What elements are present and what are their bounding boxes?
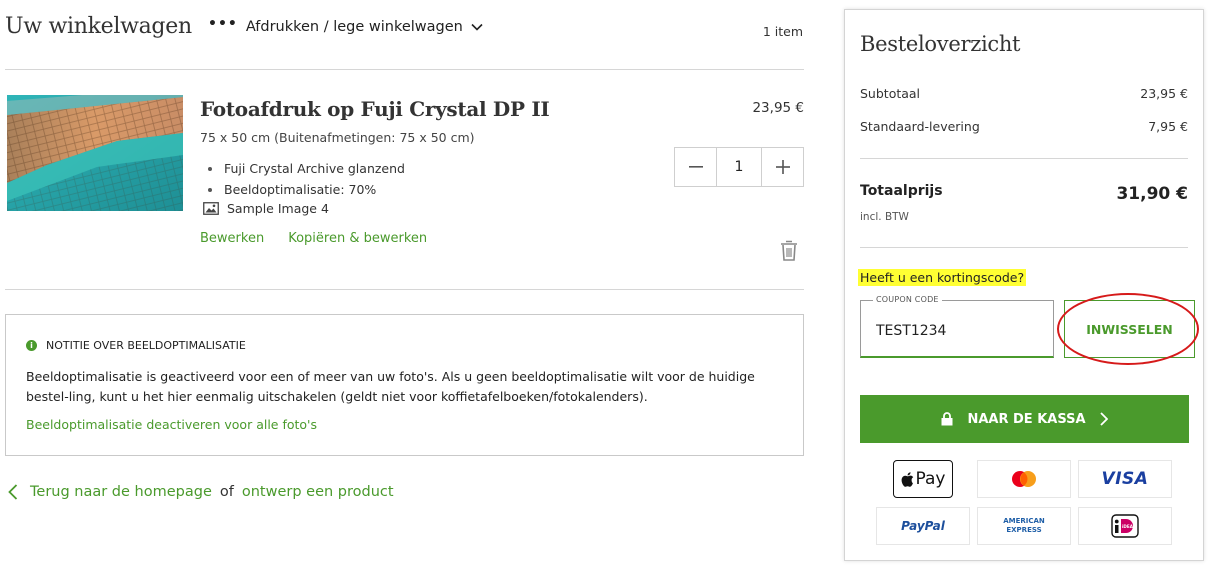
divider [5,69,804,70]
cart-actions-menu[interactable]: ••• Afdrukken / lege winkelwagen [208,16,483,35]
product-actions: Bewerken Kopiëren & bewerken [200,231,427,246]
coupon-field[interactable]: COUPON CODE [860,295,1054,358]
optimization-notice: i NOTITIE OVER BEELDOPTIMALISATIE Beeldo… [5,314,804,456]
visa-label: VISA [1101,469,1149,489]
notice-heading-label: NOTITIE OVER BEELDOPTIMALISATIE [46,339,246,352]
copy-edit-link[interactable]: Kopiëren & bewerken [288,231,427,246]
decrease-quantity-button[interactable] [675,148,716,186]
amex-label: AMERICAN EXPRESS [1003,517,1045,534]
visa-logo: VISA [1078,460,1172,498]
product-options: Fuji Crystal Archive glanzend Beeldoptim… [208,158,405,200]
more-dots-icon: ••• [208,16,238,32]
paypal-logo: PayPal [876,507,970,545]
trash-icon[interactable] [780,240,798,261]
cart-actions-menu-label: Afdrukken / lege winkelwagen [245,19,463,35]
option-paper: Fuji Crystal Archive glanzend [224,161,405,176]
homepage-link[interactable]: Terug naar de homepage [30,484,212,500]
checkout-label: NAAR DE KASSA [967,411,1086,427]
apple-pay-label: Pay [915,469,946,489]
page-title: Uw winkelwagen [5,14,192,39]
image-icon [203,202,219,215]
lock-icon [941,412,953,426]
bullet-icon [208,166,212,171]
chevron-left-icon[interactable] [8,484,18,500]
shipping-value: 7,95 € [1148,119,1188,134]
quantity-value[interactable]: 1 [716,148,762,186]
list-item: Fuji Crystal Archive glanzend [208,158,405,179]
quantity-stepper: 1 [674,147,804,187]
list-item: Beeldoptimalisatie: 70% [208,179,405,200]
total-label: Totaalprijs [860,183,943,199]
subtotal-row: Subtotaal 23,95 € [860,86,1188,101]
edit-link[interactable]: Bewerken [200,231,264,246]
mastercard-logo [977,460,1071,498]
ideal-logo: iDEAL [1078,507,1172,545]
apple-icon [901,471,913,487]
info-icon: i [26,340,37,351]
item-count: 1 item [762,24,803,39]
product-title[interactable]: Fotoafdruk op Fuji Crystal DP II [200,97,550,121]
disable-optimization-link[interactable]: Beeldoptimalisatie deactiveren voor alle… [26,417,317,432]
vat-note: incl. BTW [860,211,909,223]
shipping-label: Standaard-levering [860,119,980,134]
checkout-button[interactable]: NAAR DE KASSA [860,395,1189,443]
coupon-question-link[interactable]: Heeft u een kortingscode? [858,269,1027,286]
option-optimization: Beeldoptimalisatie: 70% [224,182,377,197]
coupon-input[interactable] [876,323,1036,339]
product-image-name: Sample Image 4 [203,201,329,216]
image-name-label: Sample Image 4 [227,201,329,216]
increase-quantity-button[interactable] [762,148,803,186]
notice-text: Beeldoptimalisatie is geactiveerd voor e… [26,369,755,404]
chevron-down-icon [471,23,483,31]
back-navigation: Terug naar de homepage of ontwerp een pr… [8,484,394,500]
separator-text: of [219,484,234,500]
bullet-icon [208,187,212,192]
coupon-field-label: COUPON CODE [873,295,942,304]
chevron-right-icon [1099,412,1108,426]
total-value: 31,90 € [1116,184,1188,204]
svg-text:iDEAL: iDEAL [1122,524,1136,529]
product-thumbnail[interactable] [7,95,183,211]
summary-title: Besteloverzicht [860,32,1021,56]
divider [860,158,1188,159]
paypal-label: PayPal [901,519,945,533]
subtotal-label: Subtotaal [860,86,921,101]
divider [860,247,1188,248]
product-size: 75 x 50 cm (Buitenafmetingen: 75 x 50 cm… [200,130,475,145]
notice-heading: i NOTITIE OVER BEELDOPTIMALISATIE [26,339,246,352]
divider [5,289,804,290]
subtotal-value: 23,95 € [1140,86,1188,101]
ideal-icon: iDEAL [1111,514,1139,538]
mastercard-icon [1012,471,1036,487]
plus-icon [775,160,790,174]
minus-icon [688,166,703,168]
order-summary-panel: Besteloverzicht Subtotaal 23,95 € Standa… [844,9,1204,561]
apple-pay-logo: Pay [876,460,970,498]
product-price: 23,95 € [752,100,804,116]
redeem-button[interactable]: INWISSELEN [1064,300,1195,358]
amex-logo: AMERICAN EXPRESS [977,507,1071,545]
shipping-row: Standaard-levering 7,95 € [860,119,1188,134]
design-product-link[interactable]: ontwerp een product [242,484,394,500]
